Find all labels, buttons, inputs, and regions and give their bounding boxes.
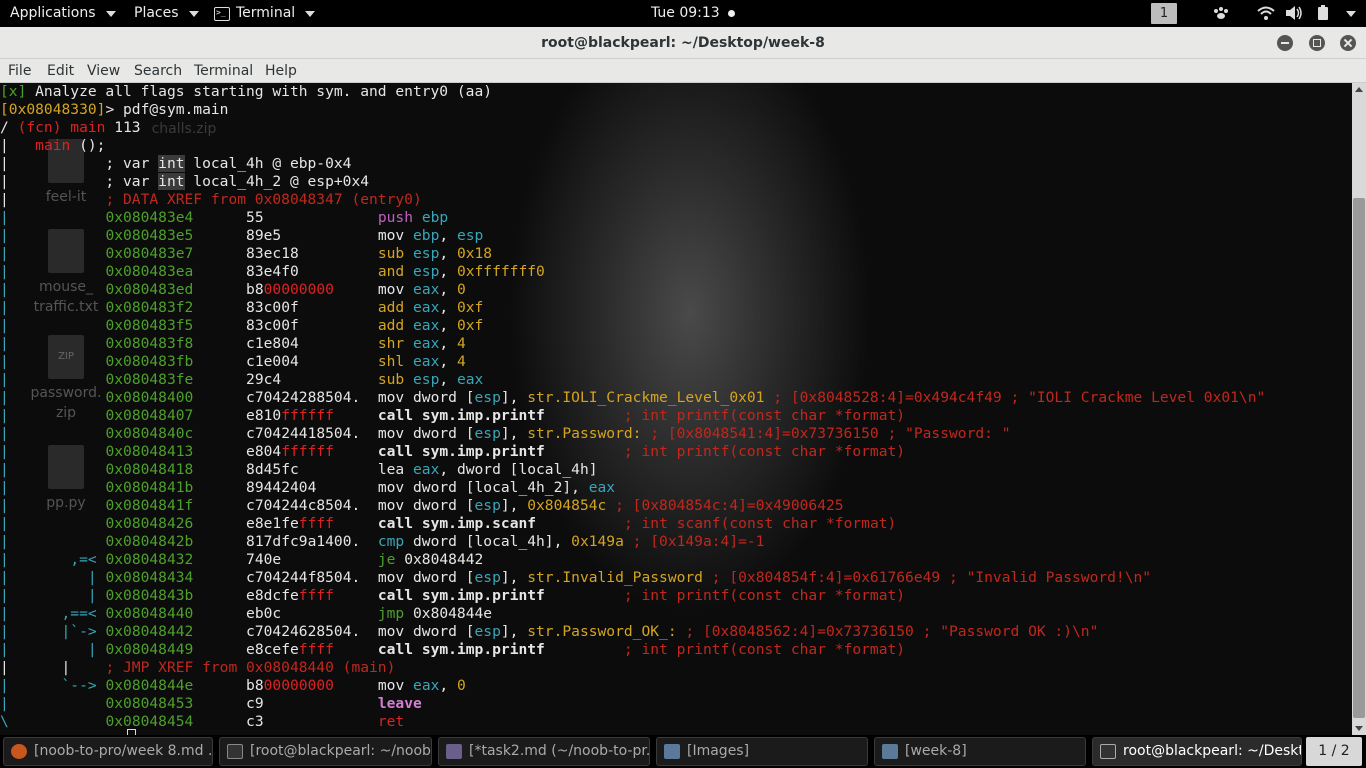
task-label: [root@blackpearl: ~/noob... [250, 743, 432, 759]
paw-icon[interactable] [1212, 5, 1230, 21]
terminal-line: / (fcn) main 113 [0, 119, 141, 136]
scrollbar-thumb[interactable] [1353, 198, 1365, 718]
top-bar: Applications Places >_ Terminal Tue 09:1… [0, 0, 1366, 27]
terminal-line: [x] Analyze all flags starting with sym.… [0, 83, 493, 100]
terminal-line: | 0x080483ea 83e4f0 and esp, 0xfffffff0 [0, 263, 545, 280]
terminal-scrollbar[interactable] [1352, 83, 1366, 735]
window-title: root@blackpearl: ~/Desktop/week-8 [541, 35, 825, 51]
menu-search[interactable]: Search [134, 59, 182, 83]
menu-file[interactable]: File [8, 59, 31, 83]
terminal-line: | 0x0804840c c70424418504. mov dword [es… [0, 425, 1011, 442]
menu-edit[interactable]: Edit [47, 59, 74, 83]
scroll-down-icon[interactable] [1355, 726, 1363, 731]
window-titlebar[interactable]: root@blackpearl: ~/Desktop/week-8 [0, 27, 1366, 59]
terminal-line: | main (); [0, 137, 106, 154]
minimize-button[interactable] [1277, 35, 1293, 51]
task-label: [week-8] [905, 743, 967, 759]
terminal-line: | ; var int local_4h_2 @ esp+0x4 [0, 173, 370, 190]
system-menu-chevron-icon[interactable] [1346, 11, 1356, 17]
folder-icon [664, 744, 680, 759]
terminal-line: | 0x08048426 e8e1feffff call sym.imp.sca… [0, 515, 897, 532]
terminal-line: | 0x08048413 e804ffffff call sym.imp.pri… [0, 443, 906, 460]
taskbar: [noob-to-pro/week 8.md ... [root@blackpe… [0, 735, 1366, 768]
task-label: [noob-to-pro/week 8.md ... [34, 743, 213, 759]
text-editor-icon [446, 744, 462, 759]
terminal-line: | 0x080483f5 83c00f add eax, 0xf [0, 317, 484, 334]
menu-bar: File Edit View Search Terminal Help [0, 59, 1366, 83]
terminal-line: \ 0x08048454 c3 ret [0, 713, 405, 730]
menu-help[interactable]: Help [265, 59, 297, 83]
clock-label: Tue 09:13 [651, 5, 720, 21]
task-label: root@blackpearl: ~/Deskt... [1123, 743, 1302, 759]
task-images[interactable]: [Images] [656, 737, 868, 766]
firefox-icon [11, 744, 27, 759]
chevron-down-icon [188, 10, 199, 17]
terminal-line: | 0x080483e4 55 push ebp [0, 209, 449, 226]
task-label: [*task2.md (~/noob-to-pr... [469, 743, 650, 759]
terminal-line: | 0x08048407 e810ffffff call sym.imp.pri… [0, 407, 906, 424]
chevron-down-icon [105, 10, 116, 17]
terminal-line: | ; DATA XREF from 0x08048347 (entry0) [0, 191, 422, 208]
terminal-line: | 0x080483f8 c1e804 shr eax, 4 [0, 335, 466, 352]
scroll-up-icon[interactable] [1355, 87, 1363, 92]
task-week8-folder[interactable]: [week-8] [874, 737, 1086, 766]
terminal-line: | 0x08048418 8d45fc lea eax, dword [loca… [0, 461, 598, 478]
task-task2-md[interactable]: [*task2.md (~/noob-to-pr... [438, 737, 650, 766]
applications-menu[interactable]: Applications [10, 0, 116, 27]
terminal-line: | | 0x0804843b e8dcfeffff call sym.imp.p… [0, 587, 906, 604]
terminal-line: | | 0x08048434 c704244f8504. mov dword [… [0, 569, 1152, 586]
terminal-line: | 0x0804841b 89442404 mov dword [local_4… [0, 479, 616, 496]
workspace-pager[interactable]: 1 / 2 [1306, 737, 1362, 766]
folder-icon [882, 744, 898, 759]
terminal-line: | |`-> 0x08048442 c70424628504. mov dwor… [0, 623, 1099, 640]
terminal-line: | 0x080483fb c1e004 shl eax, 4 [0, 353, 466, 370]
terminal-line: | 0x0804841f c704244c8504. mov dword [es… [0, 497, 844, 514]
terminal-line: | ,=< 0x08048432 740e je 0x8048442 [0, 551, 484, 568]
terminal-icon [1100, 744, 1116, 759]
battery-icon[interactable] [1314, 5, 1332, 21]
terminal-line: | 0x0804842b 817dfc9a1400. cmp dword [lo… [0, 533, 765, 550]
terminal-line: | `--> 0x0804844e b800000000 mov eax, 0 [0, 677, 466, 694]
close-button[interactable] [1340, 35, 1356, 51]
terminal-line: | 0x080483fe 29c4 sub esp, eax [0, 371, 484, 388]
terminal-line: | | ; JMP XREF from 0x08048440 (main) [0, 659, 396, 676]
terminal-line: | 0x08048400 c70424288504. mov dword [es… [0, 389, 1266, 406]
terminal-icon [227, 744, 243, 759]
task-label: [Images] [687, 743, 750, 759]
terminal-app-menu[interactable]: >_ Terminal [214, 0, 316, 27]
terminal-output[interactable]: challs.zip feel-it mouse_ traffic.txt ZI… [0, 83, 1352, 735]
places-menu[interactable]: Places [134, 0, 199, 27]
places-label: Places [134, 5, 179, 21]
terminal-line: | 0x080483e5 89e5 mov ebp, esp [0, 227, 484, 244]
terminal-line: | ,==< 0x08048440 eb0c jmp 0x804844e [0, 605, 493, 622]
volume-icon[interactable] [1285, 5, 1303, 21]
task-active-terminal[interactable]: root@blackpearl: ~/Deskt... [1092, 737, 1302, 766]
terminal-app-label: Terminal [236, 5, 296, 21]
terminal-line: | 0x080483f2 83c00f add eax, 0xf [0, 299, 484, 316]
terminal-line: | ; var int local_4h @ ebp-0x4 [0, 155, 352, 172]
terminal-icon: >_ [214, 6, 230, 21]
workspace-indicator[interactable]: 1 [1151, 3, 1177, 24]
task-root-terminal[interactable]: [root@blackpearl: ~/noob... [219, 737, 432, 766]
menu-terminal[interactable]: Terminal [194, 59, 253, 83]
chevron-down-icon [305, 10, 316, 17]
applications-label: Applications [10, 5, 96, 21]
terminal-lines: [x] Analyze all flags starting with sym.… [0, 83, 1265, 731]
terminal-line: | 0x080483e7 83ec18 sub esp, 0x18 [0, 245, 493, 262]
maximize-button[interactable] [1309, 35, 1325, 51]
terminal-line: | | 0x08048449 e8cefeffff call sym.imp.p… [0, 641, 906, 658]
wifi-icon[interactable] [1257, 5, 1275, 21]
clock[interactable]: Tue 09:13 [651, 0, 735, 27]
terminal-line: [0x08048330]> pdf@sym.main [0, 101, 229, 118]
task-week8-md[interactable]: [noob-to-pro/week 8.md ... [3, 737, 213, 766]
terminal-line: | 0x080483ed b800000000 mov eax, 0 [0, 281, 466, 298]
notification-dot-icon [727, 10, 735, 17]
menu-view[interactable]: View [87, 59, 120, 83]
terminal-line: | 0x08048453 c9 leave [0, 695, 422, 712]
